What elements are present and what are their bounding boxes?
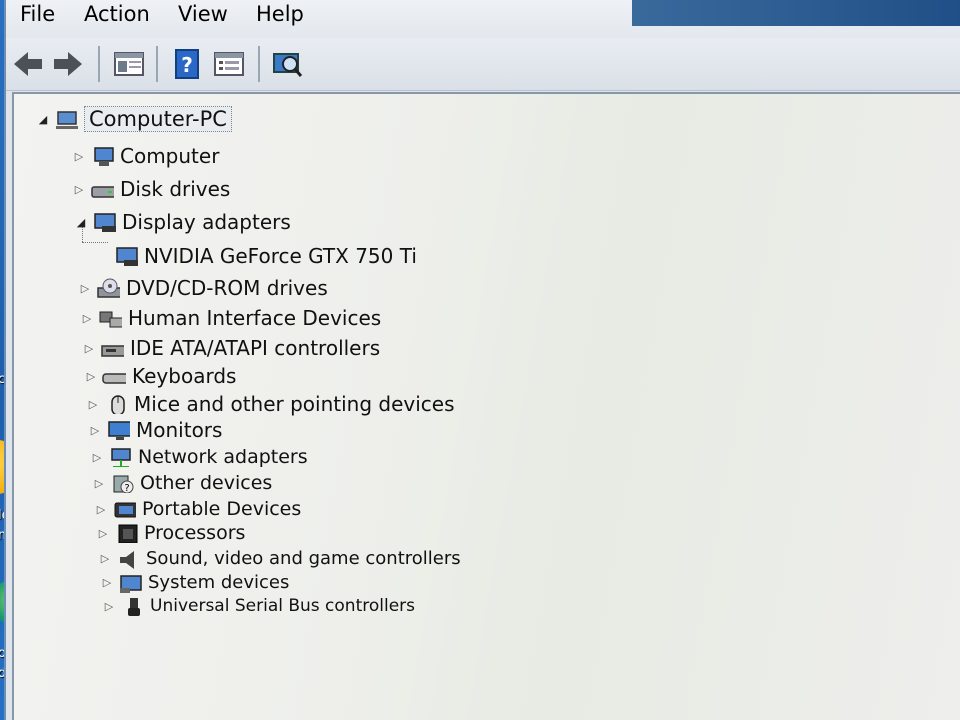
- forward-arrow-icon: [54, 52, 82, 76]
- tree-root-computer-pc[interactable]: ◢ Computer-PC: [36, 106, 232, 132]
- ide-controller-icon: [101, 345, 124, 357]
- expand-arrow-icon[interactable]: ▷: [90, 451, 104, 464]
- properties-button[interactable]: [212, 48, 246, 80]
- computer-icon: [94, 147, 114, 166]
- tree-item-label: Network adapters: [138, 446, 308, 468]
- back-button[interactable]: [10, 48, 44, 80]
- tree-item-label: Portable Devices: [142, 498, 302, 520]
- tree-item-portable-devices[interactable]: ▷ Portable Devices: [94, 498, 302, 520]
- tree-item-network-adapters[interactable]: ▷ Network adapters: [90, 446, 308, 468]
- disk-drive-icon: [91, 186, 114, 198]
- tree-item-nvidia-geforce-gtx-750-ti[interactable]: NVIDIA GeForce GTX 750 Ti: [110, 244, 417, 268]
- menu-bar: File Action View Help: [6, 0, 960, 38]
- tree-item-human-interface-devices[interactable]: ▷ Human Interface Devices: [80, 306, 381, 330]
- expand-arrow-icon[interactable]: ▷: [100, 576, 114, 589]
- expand-arrow-icon[interactable]: ▷: [82, 342, 96, 355]
- back-arrow-icon: [14, 52, 42, 76]
- tree-item-label: Universal Serial Bus controllers: [150, 596, 416, 616]
- svg-text:?: ?: [124, 483, 129, 493]
- tree-item-label: Human Interface Devices: [128, 306, 382, 330]
- menu-file[interactable]: File: [20, 2, 55, 26]
- sound-icon: [120, 550, 134, 569]
- expand-arrow-icon[interactable]: ▷: [86, 398, 100, 411]
- tree-item-ide-ata-atapi-controllers[interactable]: ▷ IDE ATA/ATAPI controllers: [82, 336, 380, 360]
- system-devices-icon: [120, 574, 142, 593]
- collapse-arrow-icon[interactable]: ◢: [74, 216, 88, 229]
- other-devices-icon: ?: [113, 475, 134, 493]
- processor-icon: [118, 524, 138, 543]
- expand-arrow-icon[interactable]: ▷: [84, 370, 98, 383]
- tree-item-label: DVD/CD-ROM drives: [126, 276, 328, 300]
- toolbar-separator: [156, 46, 158, 82]
- toolbar: ?: [6, 38, 960, 91]
- toolbar-separator: [98, 46, 100, 82]
- title-bar: [632, 0, 960, 26]
- tree-item-dvd-cd-rom-drives[interactable]: ▷ DVD/CD-ROM drives: [78, 276, 328, 300]
- tree-item-label: NVIDIA GeForce GTX 750 Ti: [144, 244, 417, 268]
- expand-arrow-icon[interactable]: ▷: [80, 312, 94, 325]
- menu-action[interactable]: Action: [84, 2, 150, 26]
- tree-item-label: Keyboards: [132, 364, 237, 388]
- keyboard-icon: [102, 373, 126, 384]
- tree-item-label: Disk drives: [120, 177, 231, 201]
- device-tree: ◢ Computer-PC ▷ Computer ▷ Disk drives ◢…: [12, 92, 960, 720]
- menu-help[interactable]: Help: [256, 2, 304, 26]
- dvd-drive-icon: [97, 278, 120, 298]
- expand-arrow-icon[interactable]: ▷: [96, 527, 110, 540]
- tree-item-label: Monitors: [136, 418, 223, 442]
- expand-arrow-icon[interactable]: ▷: [94, 503, 108, 516]
- toolbar-separator: [258, 46, 260, 82]
- tree-item-display-adapters[interactable]: ◢ Display adapters: [74, 210, 291, 234]
- tree-item-processors[interactable]: ▷ Processors: [96, 522, 246, 544]
- tree-item-other-devices[interactable]: ▷ ? Other devices: [92, 472, 273, 494]
- tree-item-label: Mice and other pointing devices: [134, 392, 455, 416]
- help-button[interactable]: ?: [170, 48, 204, 80]
- expand-arrow-icon[interactable]: ▷: [102, 600, 116, 613]
- show-hide-console-tree-button[interactable]: [112, 48, 146, 80]
- mouse-icon: [111, 395, 125, 414]
- expand-arrow-icon[interactable]: ▷: [92, 477, 106, 490]
- collapse-arrow-icon[interactable]: ◢: [36, 113, 50, 126]
- portable-device-icon: [114, 502, 136, 518]
- monitor-icon: [108, 421, 130, 440]
- console-tree-icon: [114, 52, 144, 76]
- usb-icon: [128, 598, 140, 616]
- scan-hardware-icon: [273, 53, 303, 77]
- display-adapter-icon: [94, 213, 116, 232]
- tree-item-label: Computer: [120, 144, 220, 168]
- expand-arrow-icon[interactable]: ▷: [88, 424, 102, 437]
- tree-item-label: Other devices: [140, 472, 273, 494]
- properties-icon: [214, 52, 244, 76]
- tree-connector-line: [82, 242, 108, 243]
- expand-arrow-icon[interactable]: ▷: [78, 282, 92, 295]
- tree-item-label: IDE ATA/ATAPI controllers: [130, 336, 381, 360]
- tree-item-label: Sound, video and game controllers: [146, 548, 461, 569]
- expand-arrow-icon[interactable]: ▷: [72, 183, 86, 196]
- tree-item-label: System devices: [148, 572, 290, 593]
- tree-item-keyboards[interactable]: ▷ Keyboards: [84, 364, 237, 388]
- tree-item-label: Processors: [144, 522, 246, 544]
- tree-item-system-devices[interactable]: ▷ System devices: [100, 572, 290, 593]
- tree-item-disk-drives[interactable]: ▷ Disk drives: [72, 177, 231, 201]
- display-adapter-icon: [116, 247, 138, 266]
- tree-item-universal-serial-bus-controllers[interactable]: ▷ Universal Serial Bus controllers: [102, 596, 415, 616]
- tree-root-label: Computer-PC: [84, 106, 232, 132]
- menu-view[interactable]: View: [178, 2, 228, 26]
- scan-for-hardware-changes-button[interactable]: [270, 48, 304, 80]
- svg-text:?: ?: [181, 53, 193, 77]
- help-icon: ?: [175, 49, 199, 79]
- tree-item-mice-and-other-pointing-devices[interactable]: ▷ Mice and other pointing devices: [86, 392, 455, 416]
- network-adapter-icon: [111, 448, 131, 467]
- tree-item-monitors[interactable]: ▷ Monitors: [88, 418, 223, 442]
- computer-icon: [56, 111, 78, 129]
- expand-arrow-icon[interactable]: ▷: [72, 150, 86, 163]
- hid-icon: [99, 311, 122, 328]
- tree-item-sound-video-and-game-controllers[interactable]: ▷ Sound, video and game controllers: [98, 548, 461, 569]
- tree-item-computer[interactable]: ▷ Computer: [72, 144, 220, 168]
- forward-button[interactable]: [52, 48, 86, 80]
- tree-item-label: Display adapters: [122, 210, 291, 234]
- device-manager-window: File Action View Help ? ◢ Computer-PC ▷ …: [4, 0, 960, 720]
- expand-arrow-icon[interactable]: ▷: [98, 552, 112, 565]
